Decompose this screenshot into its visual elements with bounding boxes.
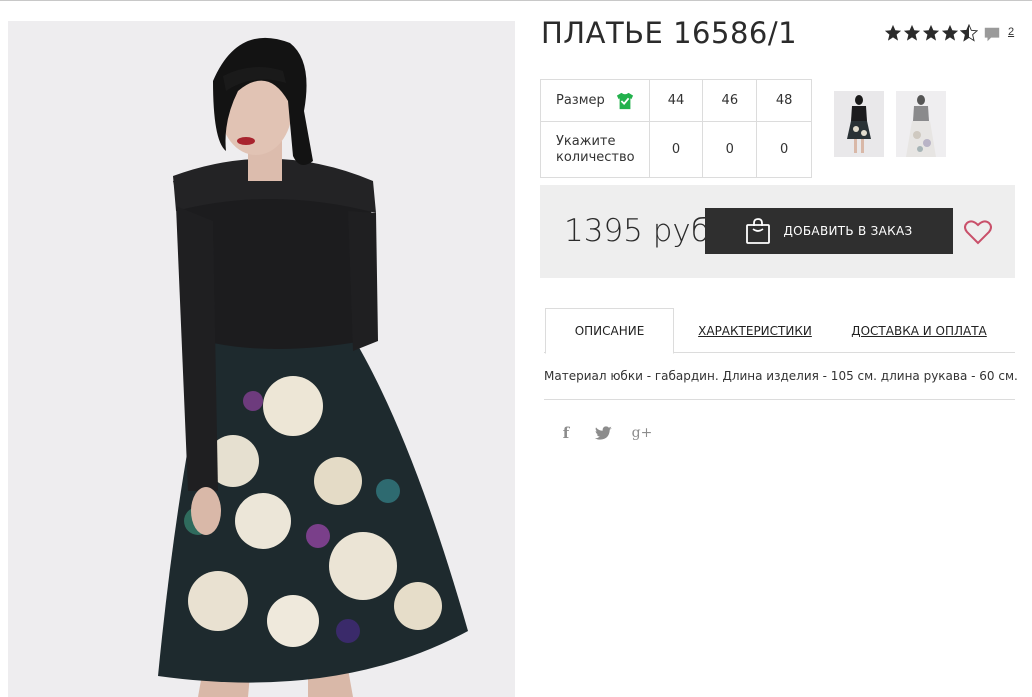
quantity-field[interactable]: 0 — [650, 122, 704, 177]
comment-count-link[interactable]: 2 — [1008, 26, 1014, 38]
size-option[interactable]: 46 — [703, 80, 758, 121]
top-divider — [0, 0, 1032, 1]
tab-description[interactable]: ОПИСАНИЕ — [545, 308, 674, 354]
tab-characteristics[interactable]: ХАРАКТЕРИСТИКИ — [692, 308, 818, 353]
quantity-field[interactable]: 0 — [703, 122, 758, 177]
price-bar: 1395 руб ДОБАВИТЬ В ЗАКАЗ — [540, 185, 1015, 278]
star-icon[interactable] — [884, 24, 902, 42]
size-label: Размер — [556, 93, 605, 108]
google-plus-icon[interactable]: g+ — [632, 423, 653, 443]
main-product-photo[interactable] — [8, 21, 515, 697]
facebook-icon[interactable]: f — [556, 423, 576, 443]
product-tabs: ОПИСАНИЕ ХАРАКТЕРИСТИКИ ДОСТАВКА И ОПЛАТ… — [544, 308, 1015, 354]
product-title: ПЛАТЬЕ 16586/1 — [541, 16, 798, 50]
twitter-icon[interactable] — [594, 423, 614, 443]
tab-delivery-payment[interactable]: ДОСТАВКА И ОПЛАТА — [849, 308, 989, 353]
quantity-label: Укажите количество — [541, 122, 650, 177]
star-half-icon[interactable] — [960, 24, 978, 42]
star-icon[interactable] — [941, 24, 959, 42]
quantity-field[interactable]: 0 — [757, 122, 811, 177]
size-check-icon — [616, 92, 633, 109]
size-option[interactable]: 48 — [757, 80, 811, 121]
social-share: f g+ — [556, 423, 653, 443]
star-icon[interactable] — [922, 24, 940, 42]
size-option[interactable]: 44 — [650, 80, 704, 121]
rating-stars[interactable] — [884, 23, 978, 43]
size-row: Размер 44 46 48 — [541, 80, 811, 122]
add-to-order-button[interactable]: ДОБАВИТЬ В ЗАКАЗ — [705, 208, 953, 254]
quantity-label-line2: количество — [556, 149, 635, 165]
product-description: Материал юбки - габардин. Длина изделия … — [544, 369, 1018, 383]
shopping-bag-icon — [746, 218, 771, 244]
size-quantity-table: Размер 44 46 48 Укажите количество 0 0 0 — [540, 79, 812, 178]
size-label-cell: Размер — [541, 80, 650, 121]
description-divider — [544, 399, 1015, 400]
star-icon[interactable] — [903, 24, 921, 42]
quantity-row: Укажите количество 0 0 0 — [541, 122, 811, 177]
product-thumbnail[interactable] — [834, 91, 884, 157]
quantity-label-line1: Укажите — [556, 133, 616, 149]
add-to-order-label: ДОБАВИТЬ В ЗАКАЗ — [783, 224, 913, 238]
comment-icon[interactable] — [983, 25, 1001, 43]
price-value: 1395 руб — [564, 213, 710, 249]
wishlist-heart-icon[interactable] — [964, 219, 992, 245]
product-thumbnail[interactable] — [896, 91, 946, 157]
